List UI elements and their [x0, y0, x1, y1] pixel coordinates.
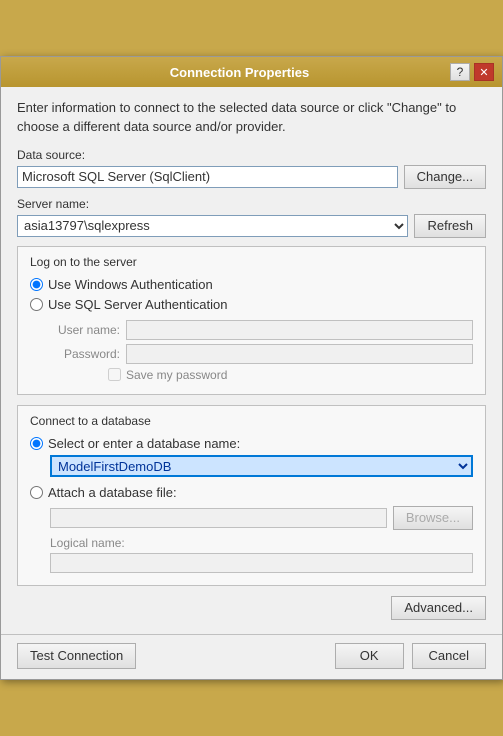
attach-file-input [50, 508, 387, 528]
attach-field-row: Browse... [50, 506, 473, 530]
attach-row: Browse... [50, 506, 473, 530]
sql-auth-label: Use SQL Server Authentication [48, 297, 227, 312]
connection-properties-dialog: Connection Properties ? ✕ Enter informat… [0, 56, 503, 679]
database-section-title: Connect to a database [30, 414, 473, 428]
logon-section-title: Log on to the server [30, 255, 473, 269]
save-password-checkbox [108, 368, 121, 381]
dialog-body: Enter information to connect to the sele… [1, 87, 502, 633]
windows-auth-label: Use Windows Authentication [48, 277, 213, 292]
logical-name-input [50, 553, 473, 573]
logon-section: Log on to the server Use Windows Authent… [17, 246, 486, 395]
server-name-row: asia13797\sqlexpress Refresh [17, 214, 486, 238]
title-bar: Connection Properties ? ✕ [1, 57, 502, 87]
auth-radio-group: Use Windows Authentication Use SQL Serve… [30, 277, 473, 312]
title-bar-controls: ? ✕ [450, 63, 494, 81]
select-db-radio-label[interactable]: Select or enter a database name: [30, 436, 473, 451]
select-db-radio[interactable] [30, 437, 43, 450]
server-name-select[interactable]: asia13797\sqlexpress [17, 215, 408, 237]
save-password-label: Save my password [126, 368, 227, 382]
bottom-bar: Test Connection OK Cancel [1, 634, 502, 679]
advanced-row: Advanced... [17, 596, 486, 620]
attach-db-radio[interactable] [30, 486, 43, 499]
username-field-row: User name: [50, 320, 473, 340]
refresh-button[interactable]: Refresh [414, 214, 486, 238]
cancel-button[interactable]: Cancel [412, 643, 486, 669]
test-connection-button[interactable]: Test Connection [17, 643, 136, 669]
attach-db-radio-label[interactable]: Attach a database file: [30, 485, 473, 500]
change-button[interactable]: Change... [404, 165, 486, 189]
server-name-group: Server name: asia13797\sqlexpress Refres… [17, 197, 486, 238]
data-source-group: Data source: Change... [17, 148, 486, 189]
attach-db-label: Attach a database file: [48, 485, 177, 500]
username-input [126, 320, 473, 340]
password-label: Password: [50, 347, 120, 361]
select-db-label: Select or enter a database name: [48, 436, 240, 451]
username-label: User name: [50, 323, 120, 337]
bottom-right-buttons: OK Cancel [335, 643, 486, 669]
data-source-label: Data source: [17, 148, 486, 162]
save-password-row: Save my password [108, 368, 473, 382]
credentials-fields: User name: Password: [50, 320, 473, 364]
password-input [126, 344, 473, 364]
password-field-row: Password: [50, 344, 473, 364]
description-text: Enter information to connect to the sele… [17, 99, 486, 135]
database-section: Connect to a database Select or enter a … [17, 405, 486, 586]
windows-auth-radio[interactable] [30, 278, 43, 291]
data-source-row: Change... [17, 165, 486, 189]
database-select[interactable]: ModelFirstDemoDB [50, 455, 473, 477]
windows-auth-radio-label[interactable]: Use Windows Authentication [30, 277, 473, 292]
close-button[interactable]: ✕ [474, 63, 494, 81]
server-name-label: Server name: [17, 197, 486, 211]
help-button[interactable]: ? [450, 63, 470, 81]
data-source-input[interactable] [17, 166, 398, 188]
sql-auth-radio[interactable] [30, 298, 43, 311]
db-select-row: ModelFirstDemoDB [50, 455, 473, 477]
dialog-title: Connection Properties [29, 65, 450, 80]
sql-auth-radio-label[interactable]: Use SQL Server Authentication [30, 297, 473, 312]
logical-name-label: Logical name: [50, 536, 473, 550]
advanced-button[interactable]: Advanced... [391, 596, 486, 620]
browse-button: Browse... [393, 506, 473, 530]
ok-button[interactable]: OK [335, 643, 404, 669]
